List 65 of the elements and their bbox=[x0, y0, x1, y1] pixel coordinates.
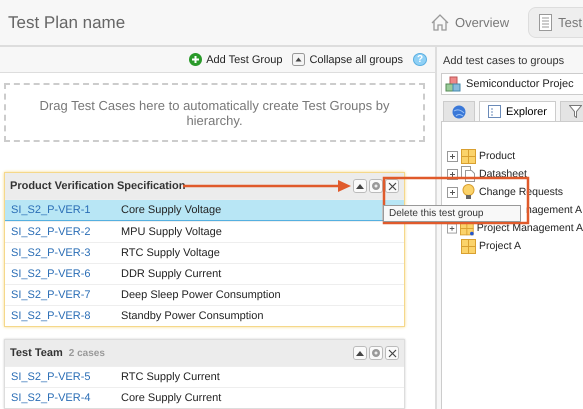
test-case-row[interactable]: SI_S2_P-VER-4 Core Supply Current bbox=[5, 387, 404, 408]
group-name: Test Team bbox=[10, 347, 63, 359]
house-icon bbox=[430, 14, 449, 31]
collapse-group-button[interactable] bbox=[353, 179, 367, 193]
add-test-group-button[interactable]: Add Test Group bbox=[189, 53, 282, 66]
collapse-group-button[interactable] bbox=[353, 346, 367, 360]
test-case-link[interactable]: SI_S2_P-VER-3 bbox=[5, 247, 121, 259]
test-case-link[interactable]: SI_S2_P-VER-2 bbox=[5, 226, 121, 238]
caret-up-icon bbox=[356, 350, 364, 356]
close-icon bbox=[388, 182, 396, 190]
test-case-link[interactable]: SI_S2_P-VER-7 bbox=[5, 289, 121, 301]
panel-tab[interactable] bbox=[443, 101, 475, 121]
expand-icon[interactable] bbox=[447, 150, 458, 162]
gear-icon bbox=[371, 348, 381, 358]
test-case-title: Core Supply Voltage bbox=[121, 204, 222, 216]
grid-icon bbox=[461, 148, 476, 164]
gear-icon bbox=[371, 181, 381, 191]
test-case-row[interactable]: SI_S2_P-VER-6 DDR Supply Current bbox=[5, 263, 404, 284]
blocks-icon bbox=[445, 76, 462, 92]
test-case-row[interactable]: SI_S2_P-VER-7 Deep Sleep Power Consumption bbox=[5, 284, 404, 305]
test-case-link[interactable]: SI_S2_P-VER-6 bbox=[5, 268, 121, 280]
test-case-title: Standby Power Consumption bbox=[121, 310, 264, 322]
page-title: Test Plan name bbox=[8, 12, 126, 32]
test-case-title: DDR Supply Current bbox=[121, 268, 222, 280]
test-case-link[interactable]: SI_S2_P-VER-8 bbox=[5, 310, 121, 322]
drop-zone[interactable]: Drag Test Cases here to automatically create Test Groups by hierarchy. bbox=[4, 83, 425, 142]
documents-icon bbox=[461, 166, 476, 182]
tree-item[interactable]: Project Management A bbox=[476, 222, 583, 234]
test-case-title: Core Supply Current bbox=[121, 392, 222, 404]
case-count: 2 cases bbox=[68, 348, 105, 358]
panel-tab[interactable] bbox=[560, 101, 583, 121]
document-icon bbox=[539, 14, 552, 31]
filter-icon bbox=[568, 105, 582, 118]
caret-up-icon bbox=[356, 183, 364, 189]
test-case-title: Deep Sleep Power Consumption bbox=[121, 289, 281, 301]
test-case-row[interactable]: SI_S2_P-VER-8 Standby Power Consumption bbox=[5, 305, 404, 326]
close-icon bbox=[388, 348, 396, 358]
panel-tab[interactable]: Explorer bbox=[479, 101, 556, 121]
close-button[interactable] bbox=[385, 346, 399, 360]
group-name: Product Verification Specification bbox=[10, 180, 186, 192]
panel-heading: Add test cases to groups bbox=[443, 55, 566, 67]
view-tab[interactable]: Test bbox=[528, 7, 583, 38]
test-case-row[interactable]: SI_S2_P-VER-5 RTC Supply Current bbox=[5, 366, 404, 387]
test-case-link[interactable]: SI_S2_P-VER-4 bbox=[5, 392, 121, 404]
project-dropdown[interactable]: Semiconductor Projec bbox=[441, 73, 583, 95]
tree-item[interactable]: Product bbox=[479, 150, 516, 162]
collapse-all-button[interactable]: Collapse all groups bbox=[292, 53, 403, 66]
test-case-title: MPU Supply Voltage bbox=[121, 226, 222, 238]
test-case-row[interactable]: SI_S2_P-VER-3 RTC Supply Voltage bbox=[5, 242, 404, 263]
collapse-icon bbox=[292, 53, 306, 66]
window-icon bbox=[488, 105, 501, 118]
lightbulb-icon bbox=[461, 184, 476, 200]
globe-icon bbox=[452, 104, 466, 118]
expand-icon[interactable] bbox=[447, 186, 458, 198]
test-case-link[interactable]: SI_S2_P-VER-1 bbox=[5, 204, 121, 216]
test-case-title: RTC Supply Current bbox=[121, 371, 220, 383]
test-case-row[interactable]: SI_S2_P-VER-2 MPU Supply Voltage bbox=[5, 221, 404, 242]
plus-icon bbox=[189, 53, 202, 66]
view-tab[interactable]: Overview bbox=[420, 7, 520, 38]
test-case-title: RTC Supply Voltage bbox=[121, 247, 220, 259]
tree-item[interactable]: Datasheet bbox=[479, 168, 527, 180]
tree-item[interactable]: Project A bbox=[479, 240, 522, 252]
grid-icon bbox=[461, 238, 476, 254]
test-case-link[interactable]: SI_S2_P-VER-5 bbox=[5, 371, 121, 383]
tooltip: Delete this test group bbox=[383, 205, 521, 222]
